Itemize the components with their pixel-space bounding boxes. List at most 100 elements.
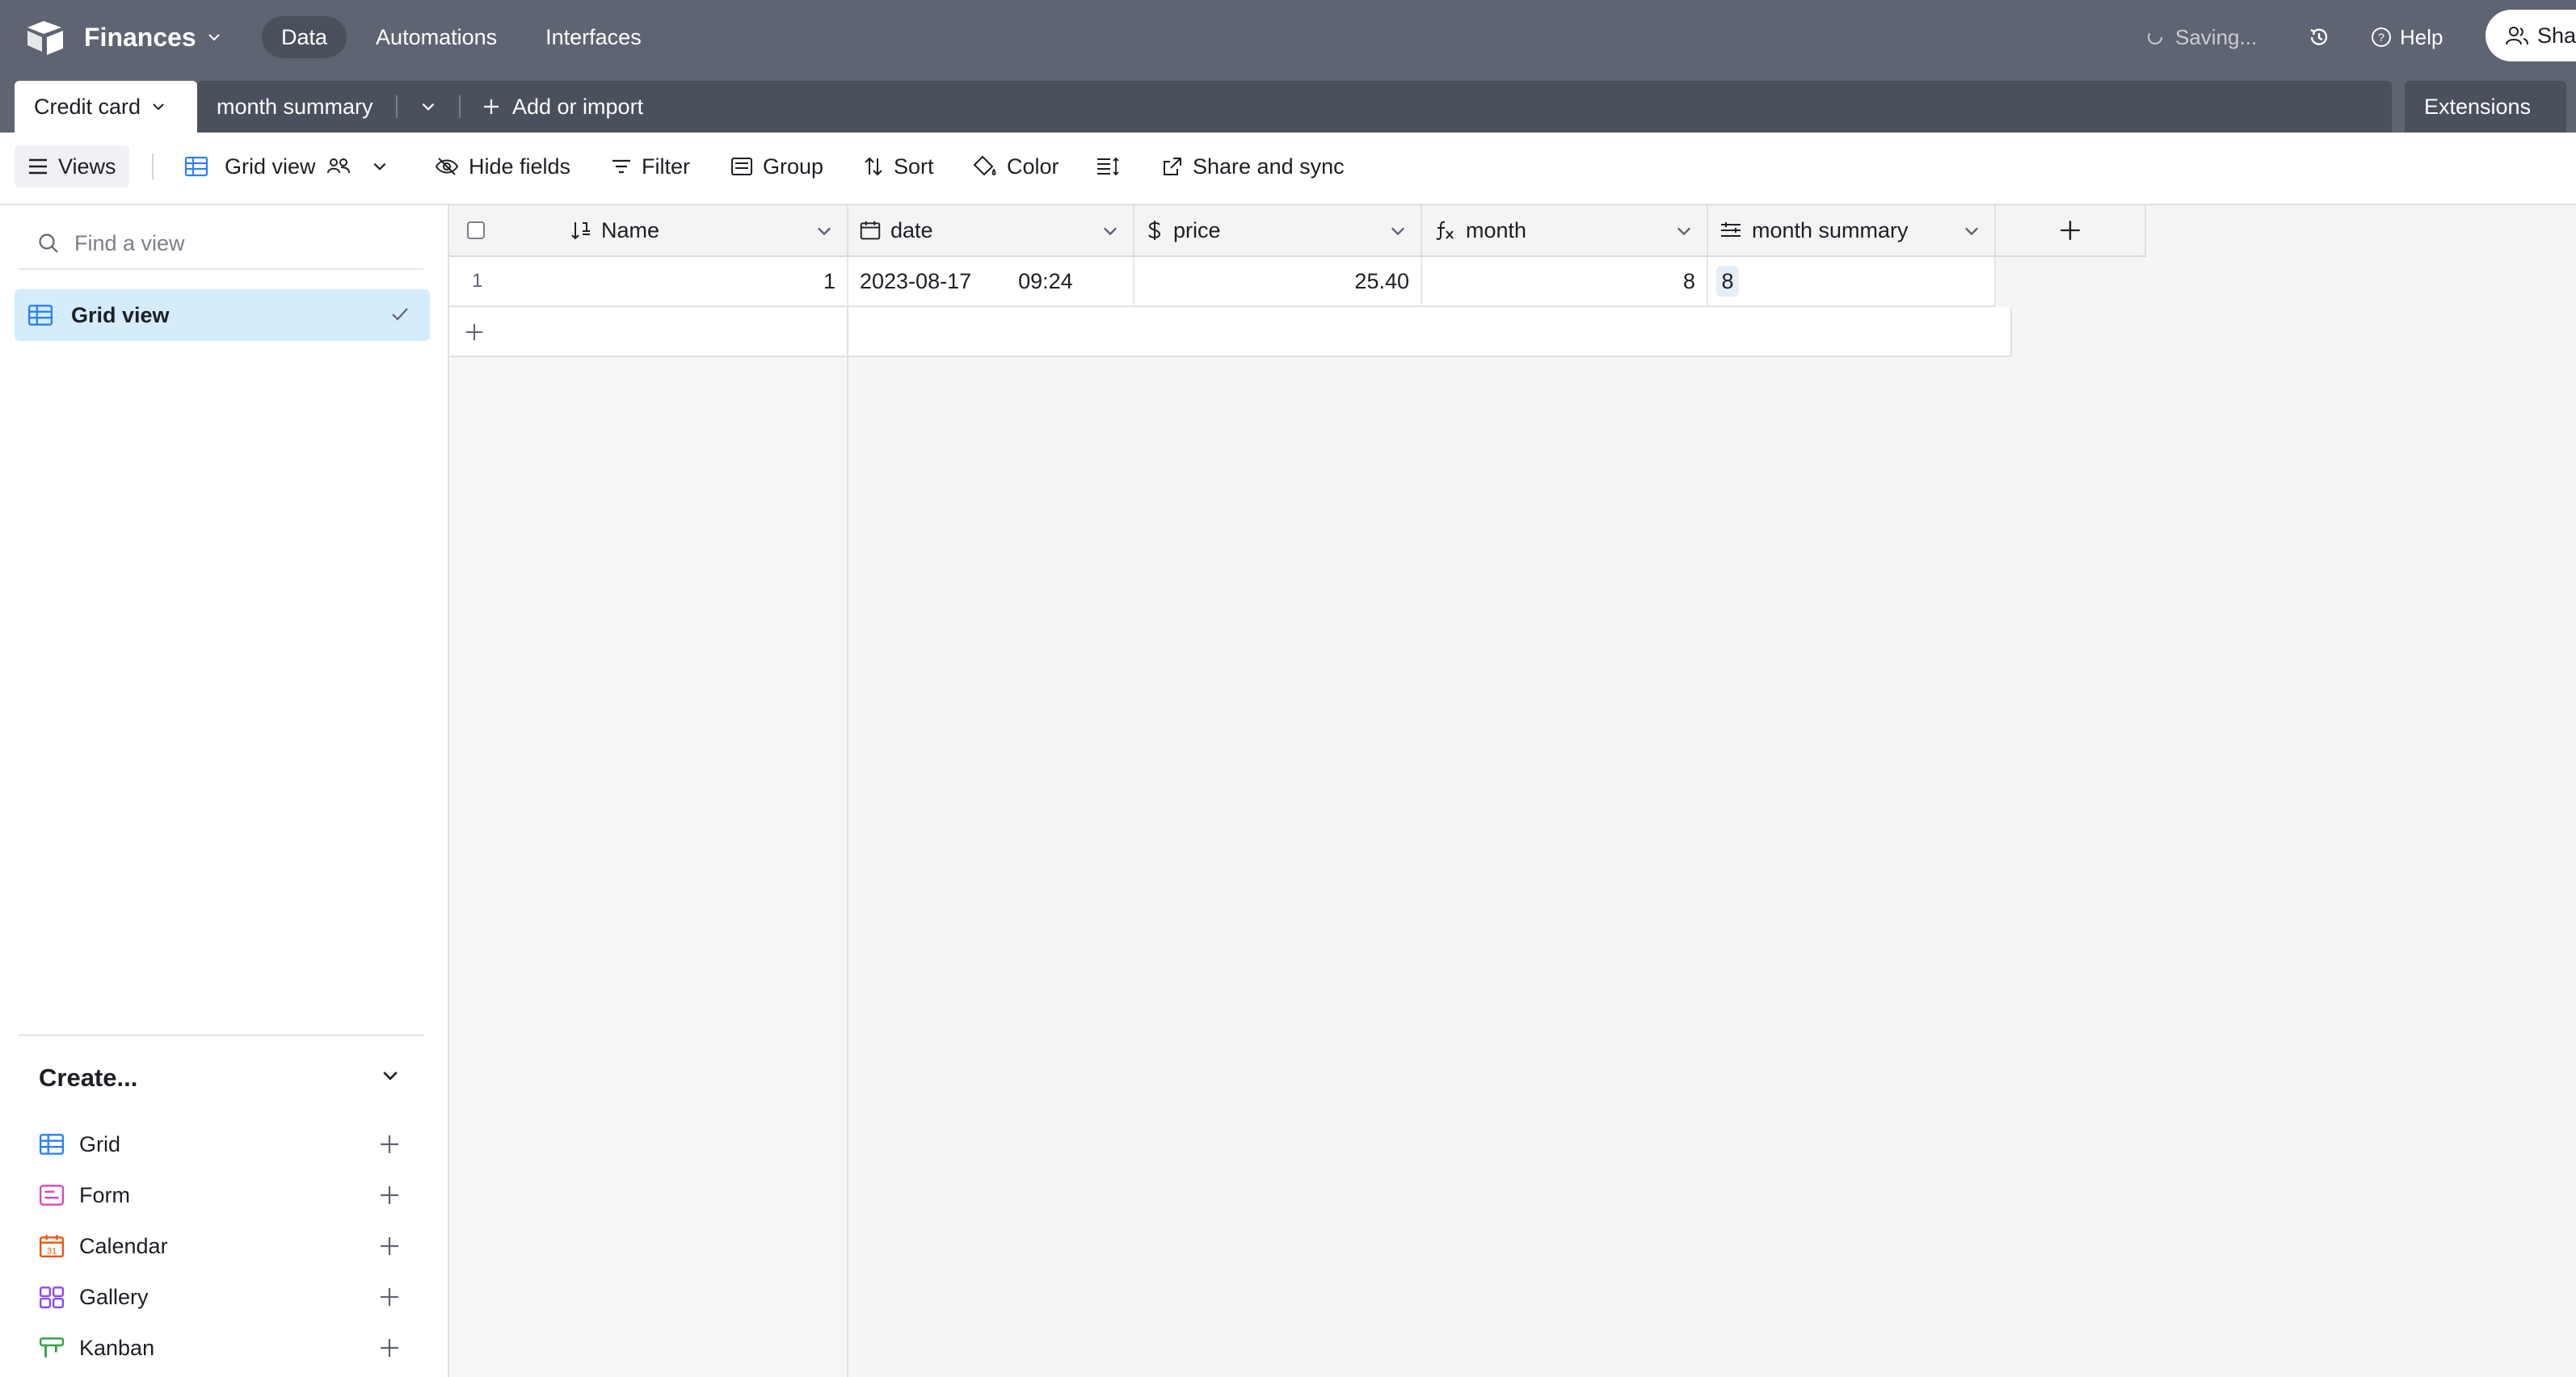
help-label: Help	[2400, 24, 2443, 49]
sort-button[interactable]: Sort	[863, 145, 934, 187]
menu-icon	[29, 158, 47, 175]
plus-icon[interactable]	[378, 1337, 401, 1359]
create-gallery-item[interactable]: Gallery	[39, 1274, 410, 1320]
sort-label: Sort	[894, 154, 934, 179]
nav-automations[interactable]: Automations	[356, 16, 516, 58]
sidebar-view-grid-view[interactable]: Grid view	[15, 289, 430, 341]
time-value: 09:24	[1018, 268, 1073, 293]
plus-icon[interactable]	[378, 1286, 401, 1308]
plus-icon[interactable]	[378, 1184, 401, 1206]
grid-frozen-area	[449, 205, 848, 1377]
chevron-down-icon[interactable]	[1962, 221, 1981, 241]
price-cell[interactable]: 25.40	[1134, 257, 1422, 307]
base-name: Finances	[84, 22, 196, 52]
hide-fields-label: Hide fields	[469, 154, 571, 179]
group-button[interactable]: Group	[730, 145, 823, 187]
view-toolbar: Views Grid view Hide fields Filter Group…	[0, 133, 2576, 205]
paint-bucket-icon	[973, 155, 996, 176]
grid-icon	[39, 1134, 65, 1155]
views-label: Views	[58, 154, 116, 179]
share-button[interactable]: Share	[2486, 10, 2576, 61]
svg-text:?: ?	[2378, 31, 2384, 44]
formula-icon	[1436, 221, 1454, 240]
grid-icon	[184, 156, 208, 177]
month-cell[interactable]: 8	[1422, 257, 1708, 307]
chevron-down-icon[interactable]	[380, 1065, 401, 1086]
base-name-menu[interactable]: Finances	[84, 19, 222, 55]
nav-interfaces[interactable]: Interfaces	[526, 16, 661, 58]
form-icon	[39, 1185, 65, 1206]
chevron-down-icon[interactable]	[814, 221, 834, 241]
chevron-down-icon	[373, 162, 385, 171]
create-item-label: Calendar	[79, 1233, 168, 1258]
eye-slash-icon	[435, 158, 459, 175]
extensions-button[interactable]: Extensions	[2405, 81, 2566, 133]
add-import-label: Add or import	[512, 94, 644, 119]
rollup-value-badge: 8	[1716, 266, 1739, 297]
create-grid-item[interactable]: Grid	[39, 1122, 410, 1167]
find-view-input[interactable]	[74, 230, 414, 256]
column-header-month-summary[interactable]: month summary	[1708, 205, 1996, 257]
add-field-button[interactable]	[1996, 205, 2146, 257]
tab-divider	[396, 95, 398, 118]
create-form-item[interactable]: Form	[39, 1173, 410, 1218]
history-button[interactable]	[2301, 19, 2337, 55]
add-or-import-button[interactable]: Add or import	[482, 81, 643, 133]
tab-month-summary[interactable]: month summary	[217, 81, 373, 133]
table-row[interactable]: 1 1	[449, 257, 848, 307]
help-button[interactable]: ? Help	[2371, 19, 2443, 55]
top-nav: Data Automations Interfaces	[262, 16, 661, 58]
chevron-down-icon[interactable]	[150, 99, 166, 115]
row-height-button[interactable]	[1096, 145, 1120, 187]
create-calendar-item[interactable]: 31 Calendar	[39, 1223, 410, 1269]
row-height-icon	[1097, 157, 1119, 176]
color-button[interactable]: Color	[973, 145, 1059, 187]
column-header-name[interactable]: Name	[449, 205, 848, 257]
airtable-logo-icon[interactable]	[26, 19, 65, 55]
plus-icon[interactable]	[378, 1133, 401, 1156]
frozen-column-divider	[847, 307, 848, 357]
month-summary-cell[interactable]: 8	[1708, 257, 1996, 307]
column-label: Name	[601, 217, 660, 242]
all-tables-button[interactable]	[412, 91, 444, 123]
chevron-down-icon[interactable]	[1388, 221, 1408, 241]
date-cell[interactable]: 2023-08-17 09:24	[848, 257, 1134, 307]
plus-icon[interactable]	[378, 1235, 401, 1257]
create-kanban-item[interactable]: Kanban	[39, 1325, 410, 1371]
group-icon	[731, 158, 752, 175]
add-record-row[interactable]	[449, 307, 2012, 357]
sidebar-divider	[18, 1034, 423, 1036]
views-toggle-button[interactable]: Views	[15, 145, 129, 187]
history-icon	[2310, 28, 2328, 45]
sort-number-icon	[571, 222, 590, 240]
svg-text:31: 31	[47, 1247, 57, 1257]
select-all-checkbox[interactable]	[467, 221, 485, 239]
chevron-down-icon[interactable]	[1101, 221, 1120, 241]
grid-view-switcher[interactable]: Grid view	[184, 145, 389, 187]
hide-fields-button[interactable]: Hide fields	[435, 145, 570, 187]
column-header-price[interactable]: price	[1134, 205, 1422, 257]
data-grid: Name date price month month summary 1 1 …	[449, 205, 2576, 1377]
calendar-icon: 31	[39, 1235, 65, 1257]
nav-data[interactable]: Data	[262, 16, 347, 58]
chevron-down-icon	[208, 34, 220, 41]
column-label: price	[1173, 217, 1221, 242]
create-item-label: Gallery	[79, 1284, 149, 1309]
tab-credit-card[interactable]: Credit card	[15, 81, 197, 133]
column-header-month[interactable]: month	[1422, 205, 1708, 257]
plus-icon[interactable]	[464, 322, 485, 343]
filter-button[interactable]: Filter	[611, 145, 690, 187]
column-header-date[interactable]: date	[848, 205, 1134, 257]
create-section-title[interactable]: Create...	[39, 1055, 137, 1101]
row-number: 1	[472, 270, 483, 292]
plus-icon	[2060, 221, 2080, 240]
column-label: month	[1466, 217, 1527, 242]
share-and-sync-button[interactable]: Share and sync	[1162, 145, 1345, 187]
price-value: 25.40	[1354, 268, 1409, 293]
grid-icon	[27, 305, 53, 326]
chevron-down-icon	[422, 103, 435, 111]
chevron-down-icon[interactable]	[1674, 221, 1694, 241]
toolbar-divider	[152, 154, 154, 179]
external-link-icon	[1164, 158, 1181, 175]
name-cell[interactable]: 1	[823, 269, 836, 294]
